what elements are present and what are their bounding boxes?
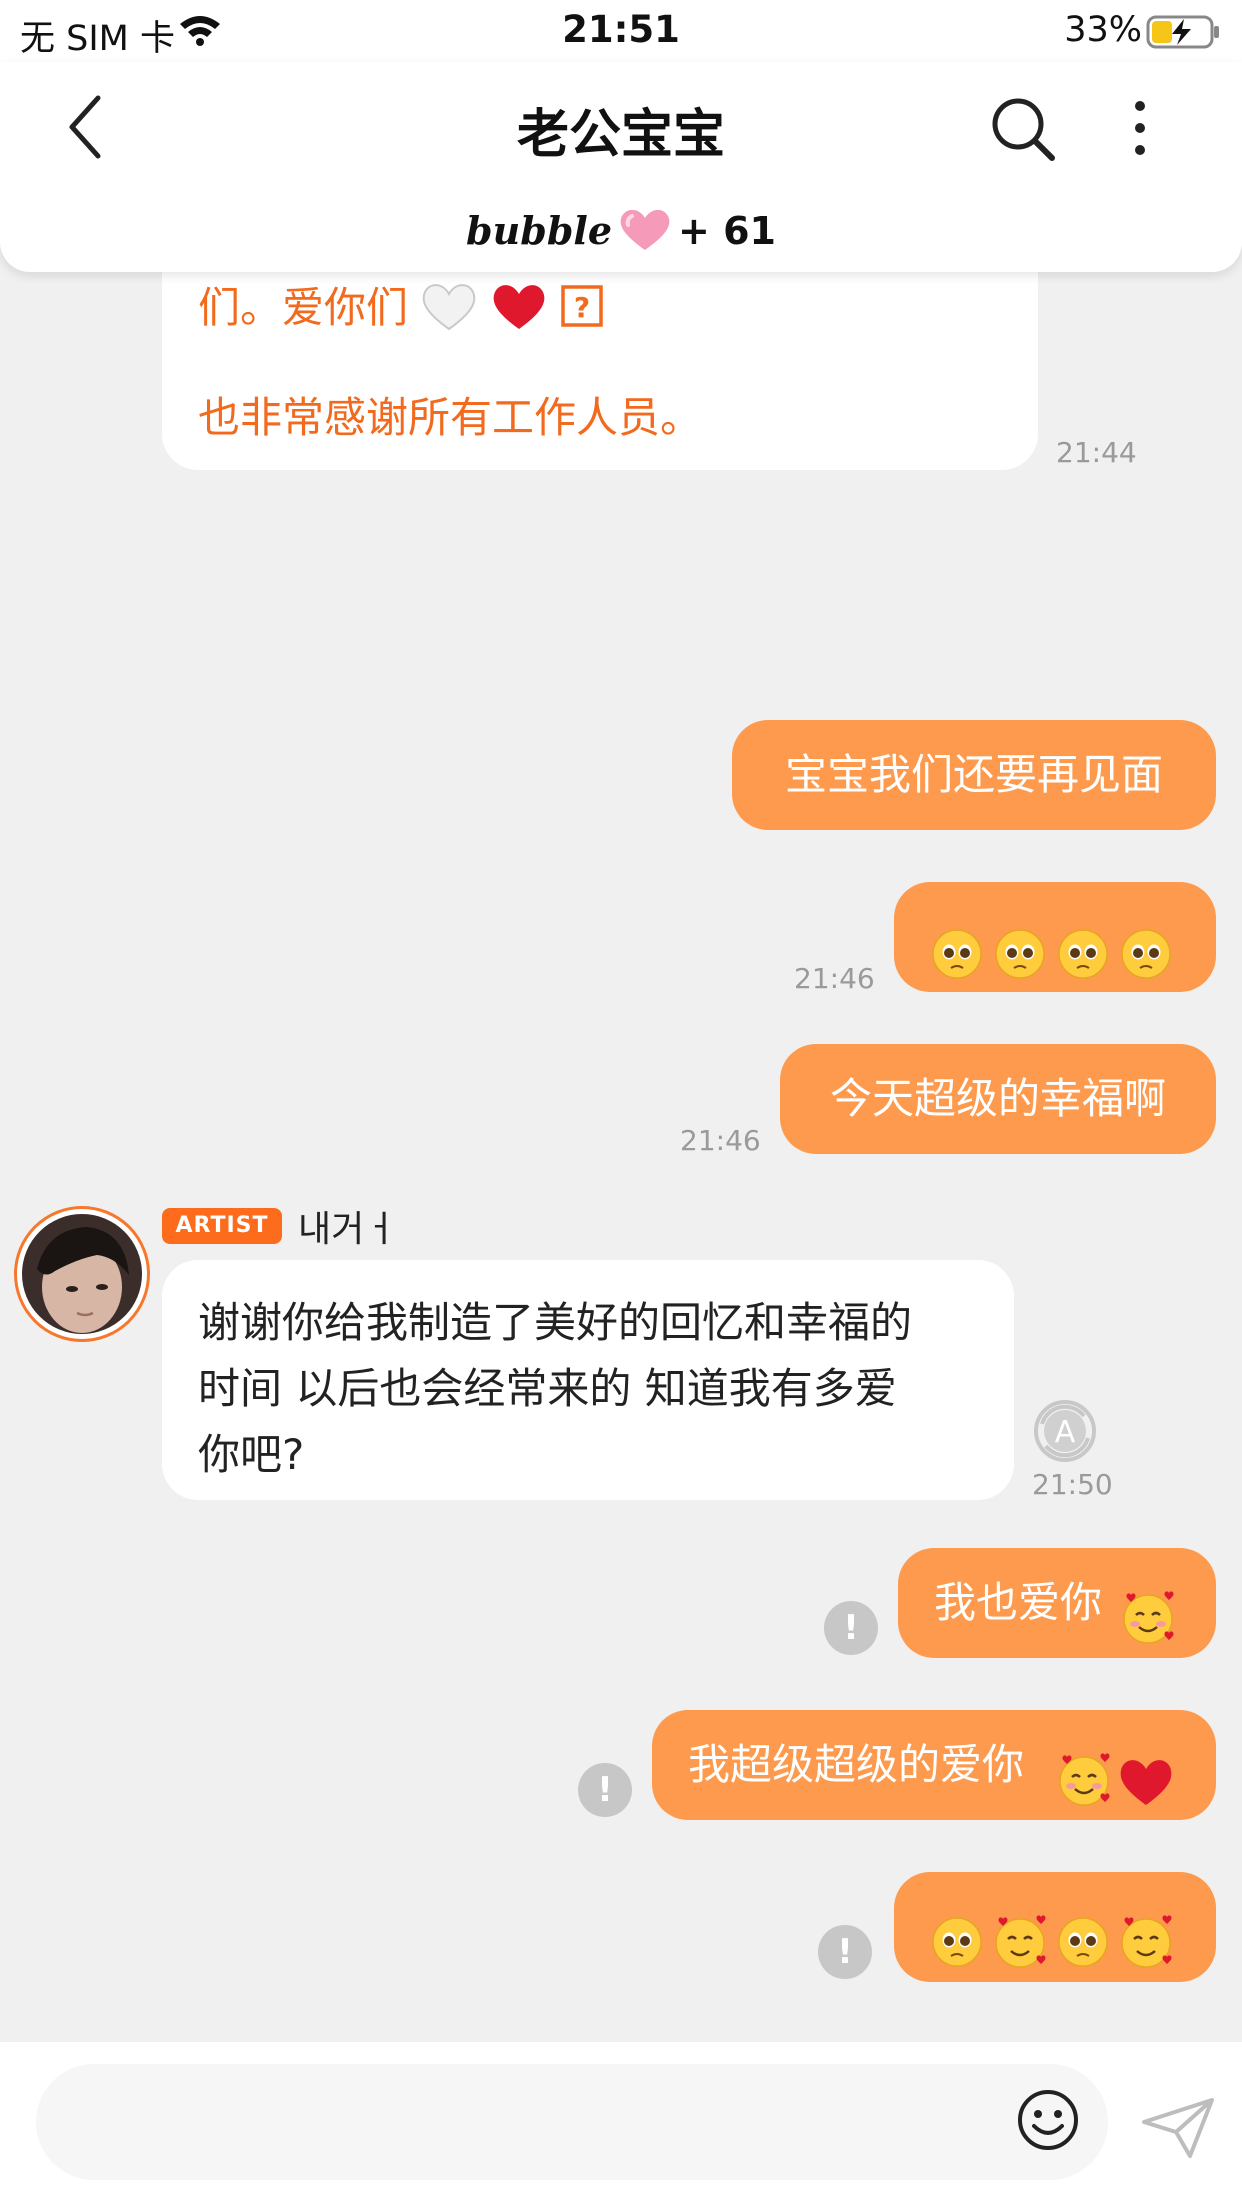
smiling-face-with-hearts-icon [995, 1915, 1046, 1968]
pink-heart-icon [618, 206, 672, 261]
search-icon[interactable] [988, 94, 1058, 168]
my-message-bubble: 我也爱你 [898, 1548, 1216, 1658]
message-text: 们。爱你们 [198, 283, 409, 332]
battery-percentage: 33% [1064, 10, 1142, 50]
white-heart-icon [421, 281, 477, 341]
chat-header: 老公宝宝 bubble + 61 [0, 62, 1242, 272]
emoji-row [930, 1900, 1184, 2010]
svg-text:A: A [1055, 1415, 1076, 1450]
pleading-face-icon [1058, 1917, 1108, 1967]
pleading-face-icon [932, 1917, 982, 1967]
status-bar: 无 SIM 卡 21:51 33% [0, 0, 1242, 62]
clock: 21:51 [562, 8, 680, 51]
more-options-icon[interactable] [1130, 98, 1150, 162]
timestamp: 21:50 [1032, 1468, 1113, 1501]
message-text: 我也爱你 [934, 1578, 1103, 1627]
send-failed-icon[interactable]: ! [824, 1601, 878, 1655]
message-input[interactable] [36, 2064, 1108, 2180]
message-line: 你吧? [198, 1430, 305, 1479]
smiling-face-with-hearts-icon [1120, 1576, 1176, 1686]
red-heart-icon [1118, 1738, 1174, 1848]
battery-charging-icon [1146, 14, 1224, 54]
message-line: 也非常感谢所有工作人员。 [198, 393, 703, 442]
message-line: 时间 以后也会经常来的 知道我有多爱 [198, 1364, 897, 1413]
composer-bar [0, 2042, 1242, 2208]
my-message-bubble [894, 1872, 1216, 1982]
my-message-bubble [894, 882, 1216, 992]
my-message-bubble: 宝宝我们还要再见面 [732, 720, 1216, 830]
pleading-face-icon [1121, 929, 1171, 979]
artist-tag: ARTIST [162, 1208, 282, 1244]
timestamp: 21:46 [794, 962, 875, 995]
artist-avatar[interactable] [14, 1206, 150, 1342]
svg-text:?: ? [574, 291, 590, 324]
message-text: 谢谢你给我制造了美好的回忆和幸福的 时间 以后也会经常来的 知道我有多爱 你吧? [198, 1290, 912, 1488]
pleading-face-icon [932, 929, 982, 979]
smiling-face-with-hearts-icon [1056, 1738, 1112, 1848]
timestamp: 21:44 [1056, 436, 1137, 469]
bubble-count-badge: bubble + 61 [0, 206, 1242, 261]
translate-icon[interactable]: A [1032, 1398, 1098, 1468]
artist-name: 내거ㅓ [298, 1209, 398, 1250]
emoji-picker-icon[interactable] [1016, 2088, 1080, 2156]
message-line: 谢谢你给我制造了美好的回忆和幸福的 [198, 1298, 913, 1347]
bubble-logo: bubble [466, 208, 612, 253]
bubble-count: + 61 [678, 209, 776, 253]
my-message-bubble: 今天超级的幸福啊 [780, 1044, 1216, 1154]
smiling-face-with-hearts-icon [1121, 1915, 1172, 1968]
artist-message-bubble: 谢谢你给我制造了美好的回忆和幸福的 时间 以后也会经常来的 知道我有多爱 你吧? [162, 1260, 1014, 1500]
unknown-glyph-icon: ? [560, 284, 604, 338]
pleading-face-icon [1058, 929, 1108, 979]
red-heart-icon [491, 281, 547, 341]
send-failed-icon[interactable]: ! [578, 1763, 632, 1817]
message-line: 们。爱你们 ? [198, 274, 604, 341]
send-failed-icon[interactable]: ! [818, 1925, 872, 1979]
my-message-bubble: 我超级超级的爱你 [652, 1710, 1216, 1820]
message-text: 我超级超级的爱你 [688, 1740, 1025, 1789]
pleading-face-emoji-row [930, 912, 1180, 1022]
send-icon[interactable] [1140, 2096, 1216, 2164]
pleading-face-icon [995, 929, 1045, 979]
timestamp: 21:46 [680, 1124, 761, 1157]
